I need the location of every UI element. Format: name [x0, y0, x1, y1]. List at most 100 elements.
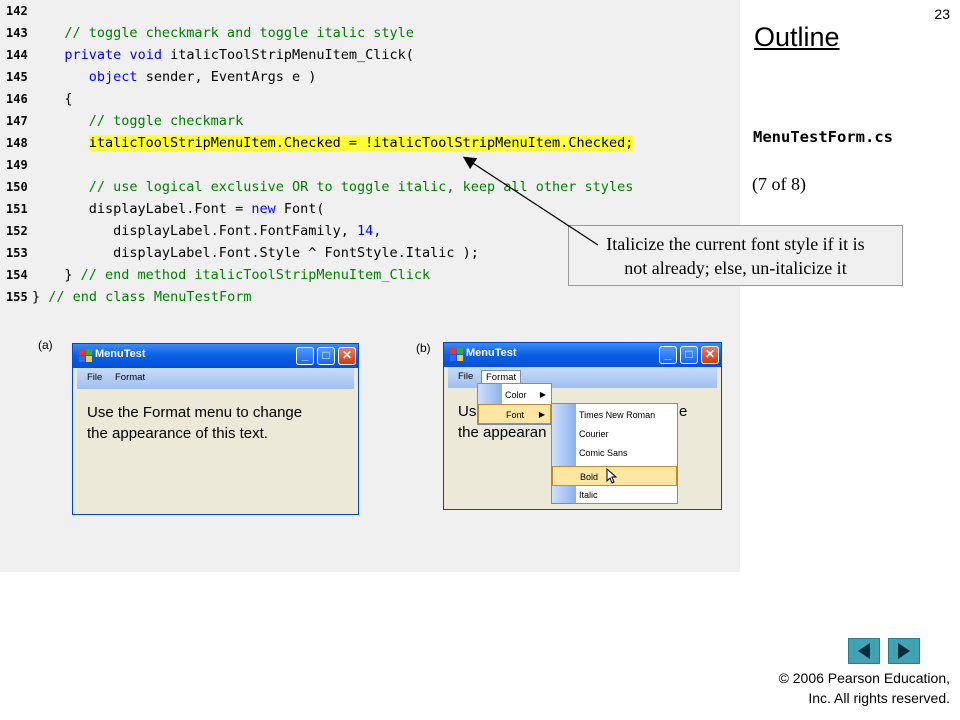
- code-line: 147 // toggle checkmark: [0, 110, 740, 132]
- code-segment: displayLabel.Font.FontFamily,: [40, 223, 357, 239]
- code-line: 145 object sender, EventArgs e ): [0, 66, 740, 88]
- format-dropdown: Color ▶ Font ▶: [477, 383, 552, 425]
- outline-title[interactable]: Outline: [754, 22, 840, 53]
- nav-back-button[interactable]: [848, 638, 880, 664]
- menu-file[interactable]: File: [83, 371, 106, 384]
- chevron-right-icon: ▶: [539, 390, 546, 399]
- menu-item-label: Bold: [580, 472, 599, 482]
- code-text: {: [40, 88, 73, 110]
- menu-item-label: Comic Sans: [579, 448, 628, 458]
- display-line-1: Use the Format menu to change: [87, 404, 303, 421]
- code-segment: displayLabel.Font =: [40, 201, 252, 217]
- title-bar[interactable]: MenuTest _ □ ✕: [444, 343, 721, 367]
- code-text: } // end class MenuTestForm: [32, 286, 251, 308]
- close-icon[interactable]: ✕: [338, 347, 356, 365]
- line-number: 154: [6, 268, 28, 282]
- code-segment: 14: [356, 223, 374, 239]
- code-segment: void: [129, 47, 162, 63]
- line-number: 151: [6, 202, 28, 216]
- code-segment: private: [64, 47, 122, 63]
- code-text: // use logical exclusive OR to toggle it…: [40, 176, 634, 198]
- display-line-2: the appearance of this text.: [87, 425, 268, 442]
- file-name: MenuTestForm.cs: [753, 128, 893, 146]
- code-text: displayLabel.Font.Style ^ FontStyle.Ital…: [40, 242, 479, 264]
- menu-item-italic[interactable]: Italic: [552, 485, 677, 505]
- menu-format[interactable]: Format: [111, 371, 149, 384]
- menu-item-label: Color: [505, 390, 527, 400]
- slide-number: 23: [934, 6, 950, 22]
- code-segment: // use logical exclusive OR to toggle it…: [40, 179, 634, 195]
- code-segment: italicToolStripMenuItem_Click(: [161, 47, 414, 63]
- menu-item-color[interactable]: Color ▶: [478, 385, 551, 405]
- menu-item-label: Courier: [579, 429, 609, 439]
- menu-item-font[interactable]: Font ▶: [478, 404, 551, 424]
- code-segment: // toggle checkmark and toggle italic st…: [40, 25, 414, 41]
- code-text: displayLabel.Font = new Font(: [40, 198, 325, 220]
- line-number: 150: [6, 180, 28, 194]
- app-icon: [79, 349, 92, 362]
- title-bar[interactable]: MenuTest _ □ ✕: [73, 344, 358, 368]
- figure-b-label: (b): [416, 341, 431, 355]
- callout-line-2: not already; else, un-italicize it: [624, 258, 847, 278]
- window-title: MenuTest: [466, 347, 517, 359]
- line-number: 146: [6, 92, 28, 106]
- code-line: 149: [0, 154, 740, 176]
- menu-item-comic-sans[interactable]: Comic Sans: [552, 443, 677, 463]
- line-number: 147: [6, 114, 28, 128]
- line-number: 142: [6, 4, 28, 18]
- menu-bar: File Format: [77, 368, 354, 389]
- code-text: // toggle checkmark: [40, 110, 243, 132]
- code-segment: {: [40, 91, 73, 107]
- minimize-icon[interactable]: _: [296, 347, 314, 365]
- code-segment: // toggle checkmark: [40, 113, 244, 129]
- code-line: 146 {: [0, 88, 740, 110]
- code-segment: italicToolStripMenuItem.Checked = !itali…: [88, 135, 634, 151]
- line-number: 143: [6, 26, 28, 40]
- chevron-right-icon: ▶: [538, 410, 545, 419]
- figure-a-label: (a): [38, 338, 53, 352]
- close-icon[interactable]: ✕: [701, 346, 719, 364]
- code-line: 150 // use logical exclusive OR to toggl…: [0, 176, 740, 198]
- code-segment: }: [32, 289, 49, 305]
- code-text: object sender, EventArgs e ): [40, 66, 317, 88]
- display-line-1-tail: e: [679, 403, 688, 420]
- menu-item-courier[interactable]: Courier: [552, 424, 677, 444]
- display-line-2: the appearan: [458, 424, 547, 441]
- code-segment: // end class MenuTestForm: [48, 289, 252, 305]
- code-segment: }: [40, 267, 81, 283]
- menu-file[interactable]: File: [454, 370, 477, 383]
- callout-box: Italicize the current font style if it i…: [568, 225, 903, 286]
- code-text: displayLabel.Font.FontFamily, 14,: [40, 220, 381, 242]
- window-title: MenuTest: [95, 348, 146, 360]
- copyright: © 2006 Pearson Education, Inc. All right…: [779, 668, 950, 708]
- nav-forward-button[interactable]: [888, 638, 920, 664]
- minimize-icon[interactable]: _: [659, 346, 677, 364]
- line-number: 152: [6, 224, 28, 238]
- code-line: 144 private void italicToolStripMenuItem…: [0, 44, 740, 66]
- maximize-icon[interactable]: □: [317, 347, 335, 365]
- code-segment: displayLabel.Font.Style ^ FontStyle.Ital…: [40, 245, 479, 261]
- code-text: } // end method italicToolStripMenuItem_…: [40, 264, 430, 286]
- code-segment: ,: [373, 223, 382, 239]
- code-line: 148 italicToolStripMenuItem.Checked = !i…: [0, 132, 740, 154]
- code-segment: // end method italicToolStripMenuItem_Cl…: [80, 267, 431, 283]
- line-number: 148: [6, 136, 28, 150]
- code-segment: object: [88, 69, 138, 85]
- menu-item-times-new-roman[interactable]: Times New Roman: [552, 405, 677, 425]
- maximize-icon[interactable]: □: [680, 346, 698, 364]
- nav-back-icon: [858, 643, 870, 659]
- app-icon: [450, 348, 463, 361]
- code-text: italicToolStripMenuItem.Checked = !itali…: [40, 132, 634, 154]
- menu-item-label: Times New Roman: [579, 410, 656, 420]
- code-segment: sender, EventArgs e ): [137, 69, 317, 85]
- code-line: 151 displayLabel.Font = new Font(: [0, 198, 740, 220]
- line-number: 144: [6, 48, 28, 62]
- code-segment: Font(: [275, 201, 325, 217]
- line-number: 145: [6, 70, 28, 84]
- code-line: 155} // end class MenuTestForm: [0, 286, 740, 308]
- line-number: 149: [6, 158, 28, 172]
- nav-forward-icon: [898, 643, 910, 659]
- code-text: // toggle checkmark and toggle italic st…: [40, 22, 414, 44]
